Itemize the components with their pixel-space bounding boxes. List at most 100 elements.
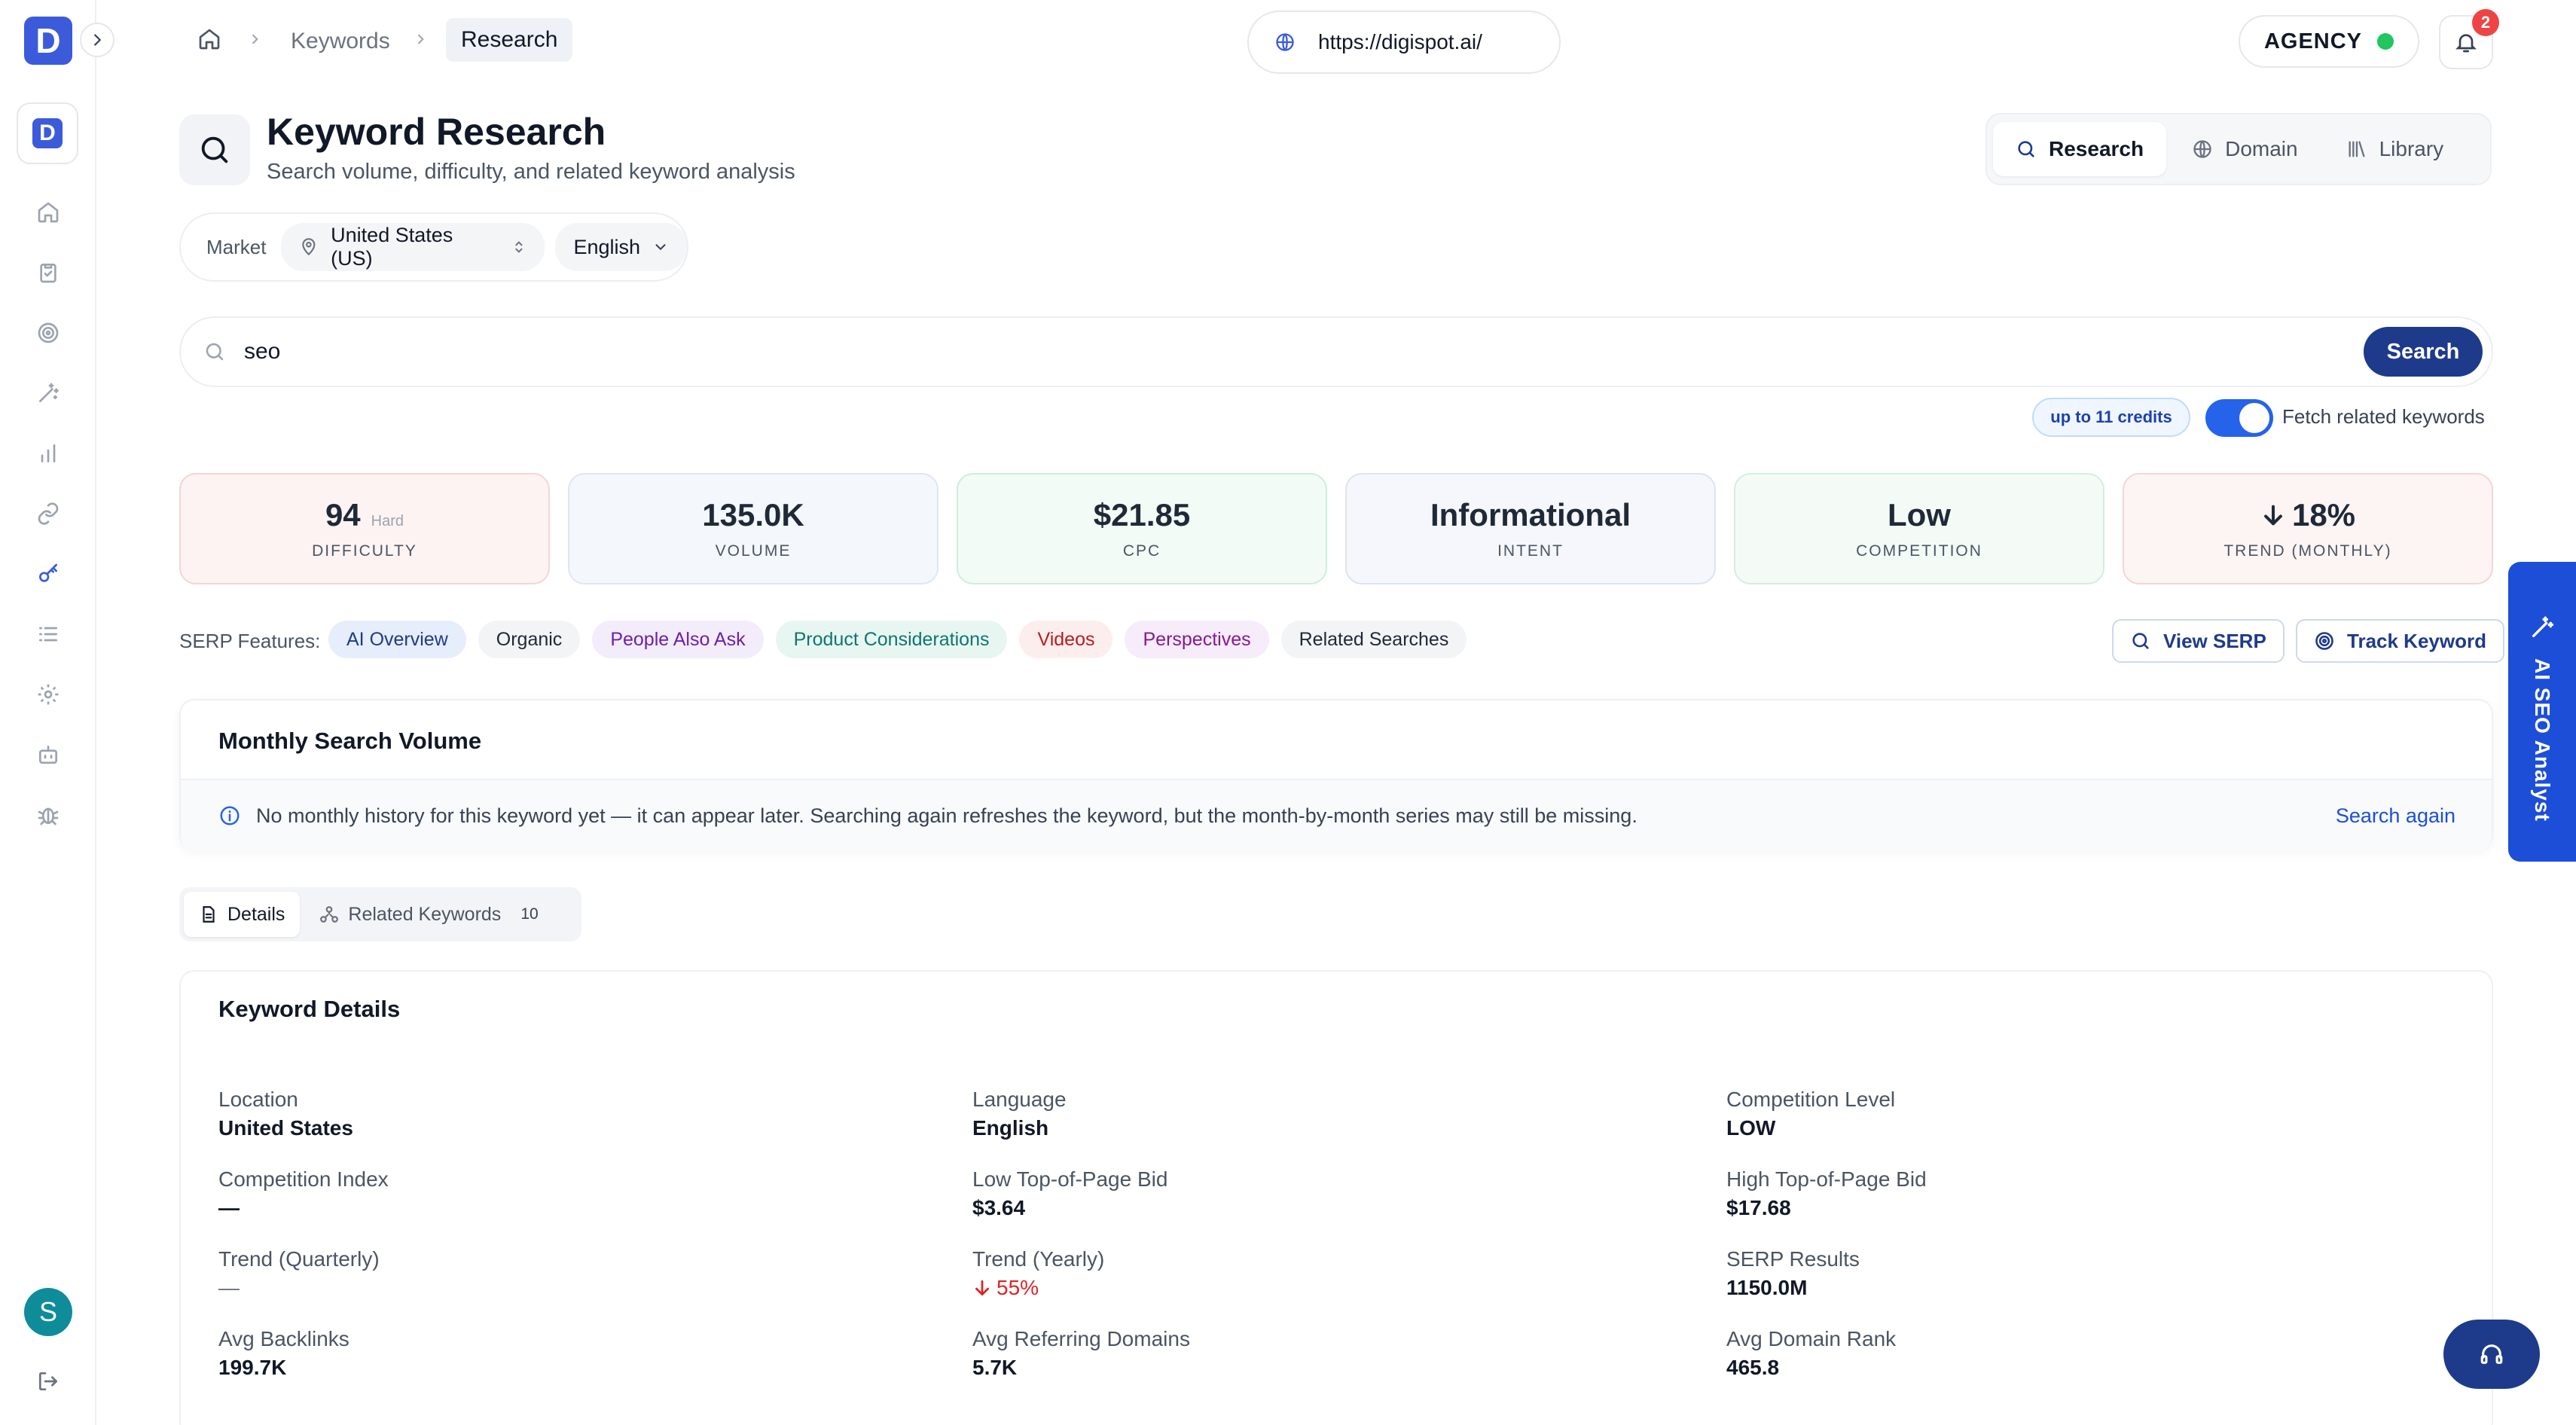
search-icon (206, 343, 224, 361)
detail-field: Trend (Quarterly) — (218, 1247, 972, 1300)
metric-label: VOLUME (715, 542, 792, 560)
metric-label: COMPETITION (1856, 542, 1982, 560)
app-logo[interactable]: D (24, 17, 72, 65)
metric-value: 135.0K (702, 497, 804, 532)
support-chat-button[interactable] (2443, 1320, 2540, 1389)
metric-sub: Hard (371, 513, 404, 529)
metric-value: Informational (1430, 497, 1631, 532)
detail-field: Language English (972, 1088, 1726, 1140)
logout-button[interactable] (24, 1357, 72, 1405)
site-url: https://digispot.ai/ (1318, 30, 1482, 53)
field-label: Avg Backlinks (218, 1327, 349, 1350)
button-label: View SERP (2163, 629, 2266, 652)
serp-chip: Related Searches (1280, 621, 1467, 658)
nav-keywords[interactable] (24, 550, 72, 598)
metric-label: CPC (1122, 542, 1161, 560)
section-title: Keyword Details (218, 996, 401, 1022)
search-button[interactable]: Search (2364, 327, 2483, 377)
globe-icon (1276, 33, 1294, 51)
field-value: English (972, 1116, 1049, 1140)
bug-icon (38, 807, 59, 825)
search-icon (2132, 633, 2149, 649)
view-serp-button[interactable]: View SERP (2112, 619, 2285, 663)
metric-value: Low (1888, 497, 1951, 532)
field-label: Competition Index (218, 1167, 389, 1191)
bar-chart-icon (41, 444, 56, 462)
serp-chip: People Also Ask (592, 621, 764, 658)
track-keyword-button[interactable]: Track Keyword (2296, 619, 2504, 663)
section-title: Monthly Search Volume (218, 728, 482, 754)
metric-label: DIFFICULTY (312, 542, 417, 560)
plan-label: AGENCY (2263, 29, 2363, 53)
metric-card-cpc: $21.85 CPC (957, 473, 1327, 584)
sidebar-rail: D D S (0, 0, 114, 1425)
robot-icon (39, 746, 57, 764)
nav-home[interactable] (24, 188, 72, 236)
breadcrumb-separator (413, 32, 428, 47)
notifications-button[interactable]: 2 (2439, 9, 2499, 69)
field-value: LOW (1726, 1116, 1776, 1140)
metric-card-trend: 18% TREND (MONTHLY) (2123, 473, 2493, 584)
nav-tasks[interactable] (24, 249, 72, 297)
tab-details[interactable]: Details (184, 892, 301, 937)
search-again-link[interactable]: Search again (2336, 804, 2455, 828)
serp-chip: Videos (1019, 621, 1113, 658)
search-input[interactable]: seo (244, 339, 2346, 365)
nav-bot[interactable] (24, 731, 72, 779)
workspace-switcher[interactable]: D (17, 102, 78, 164)
nav-links[interactable] (24, 490, 72, 538)
info-icon (220, 806, 240, 825)
field-value: 55% (997, 1276, 1039, 1299)
field-label: Language (972, 1088, 1067, 1111)
tab-related-keywords[interactable]: Related Keywords 10 (304, 892, 553, 937)
field-label: SERP Results (1726, 1247, 1860, 1271)
market-label: Market (206, 235, 267, 258)
nav-settings[interactable] (24, 670, 72, 719)
avatar[interactable]: S (24, 1288, 72, 1336)
ai-seo-analyst-tab[interactable]: AI SEO Analyst (2508, 562, 2576, 862)
fetch-related-toggle[interactable] (2205, 399, 2273, 437)
search-icon (201, 136, 228, 163)
field-label: Competition Level (1726, 1088, 1896, 1111)
detail-field: Competition Level LOW (1726, 1088, 2448, 1140)
nav-list[interactable] (24, 610, 72, 658)
target-icon (2315, 632, 2333, 650)
home-icon (199, 29, 220, 50)
field-value: 5.7K (972, 1356, 1018, 1379)
detail-field: Trend (Yearly) 55% (972, 1247, 1726, 1300)
nav-target[interactable] (24, 309, 72, 357)
detail-tabs: Details Related Keywords 10 (179, 887, 581, 941)
serp-chip: Product Considerations (775, 621, 1008, 658)
country-select[interactable]: United States (US) (281, 223, 545, 271)
tab-research[interactable]: Research (1993, 122, 2167, 176)
chevron-right-icon (252, 34, 258, 44)
plan-badge[interactable]: AGENCY (2239, 15, 2419, 68)
document-icon (203, 906, 215, 923)
tab-library[interactable]: Library (2324, 122, 2467, 176)
key-icon (39, 563, 57, 582)
site-url-pill[interactable]: https://digispot.ai/ (1247, 11, 1561, 74)
field-value: 199.7K (218, 1356, 287, 1379)
status-dot (2377, 33, 2394, 50)
tab-domain[interactable]: Domain (2169, 122, 2320, 176)
serp-chip: Organic (478, 621, 581, 658)
home-crumb[interactable] (197, 27, 221, 51)
tab-count: 10 (520, 905, 539, 923)
language-select[interactable]: English (555, 223, 687, 271)
search-icon (2018, 141, 2034, 157)
nav-magic[interactable] (24, 369, 72, 417)
magic-wand-icon (39, 383, 59, 402)
breadcrumb-separator (247, 32, 262, 47)
list-icon (39, 627, 57, 642)
detail-field: Avg Domain Rank 465.8 (1726, 1327, 2448, 1380)
notification-count: 2 (2472, 9, 2499, 36)
workspace-letter: D (32, 118, 63, 148)
nav-analytics[interactable] (24, 429, 72, 478)
network-icon (320, 906, 339, 923)
globe-icon (2193, 140, 2211, 158)
nav-crawler[interactable] (24, 791, 72, 839)
expand-sidebar-button[interactable] (80, 23, 114, 57)
tab-label: Library (2379, 137, 2444, 160)
credits-badge: up to 11 credits (2032, 398, 2190, 437)
breadcrumb-keywords[interactable]: Keywords (291, 29, 390, 54)
